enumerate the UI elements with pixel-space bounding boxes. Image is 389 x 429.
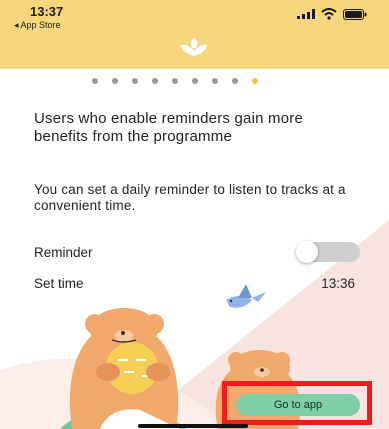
go-to-app-button[interactable]: Go to app [236, 394, 360, 416]
app-header: 13:37 ◂ App Store [0, 0, 389, 69]
page-dot [252, 78, 258, 84]
battery-icon [343, 8, 367, 20]
headline: Users who enable reminders gain more ben… [34, 110, 303, 145]
signal-icon [297, 9, 315, 19]
bird-icon [226, 284, 266, 308]
page-dot [132, 78, 138, 84]
page-dot [192, 78, 198, 84]
screen: 13:37 ◂ App Store Users who enable remin… [0, 0, 389, 429]
reminder-label: Reminder [34, 245, 93, 260]
page-dot [232, 78, 238, 84]
wifi-icon [321, 8, 337, 20]
page-dot [212, 78, 218, 84]
page-indicator [92, 78, 258, 84]
status-time: 13:37 [30, 4, 64, 19]
page-dot [112, 78, 118, 84]
reminder-toggle[interactable] [296, 241, 360, 263]
page-dot [92, 78, 98, 84]
status-icons [297, 8, 367, 20]
home-indicator [138, 424, 248, 428]
page-dot [152, 78, 158, 84]
back-to-app-store-link[interactable]: ◂ App Store [14, 20, 61, 31]
toggle-knob [296, 241, 318, 263]
app-logo-icon [181, 38, 207, 56]
page-dot [172, 78, 178, 84]
